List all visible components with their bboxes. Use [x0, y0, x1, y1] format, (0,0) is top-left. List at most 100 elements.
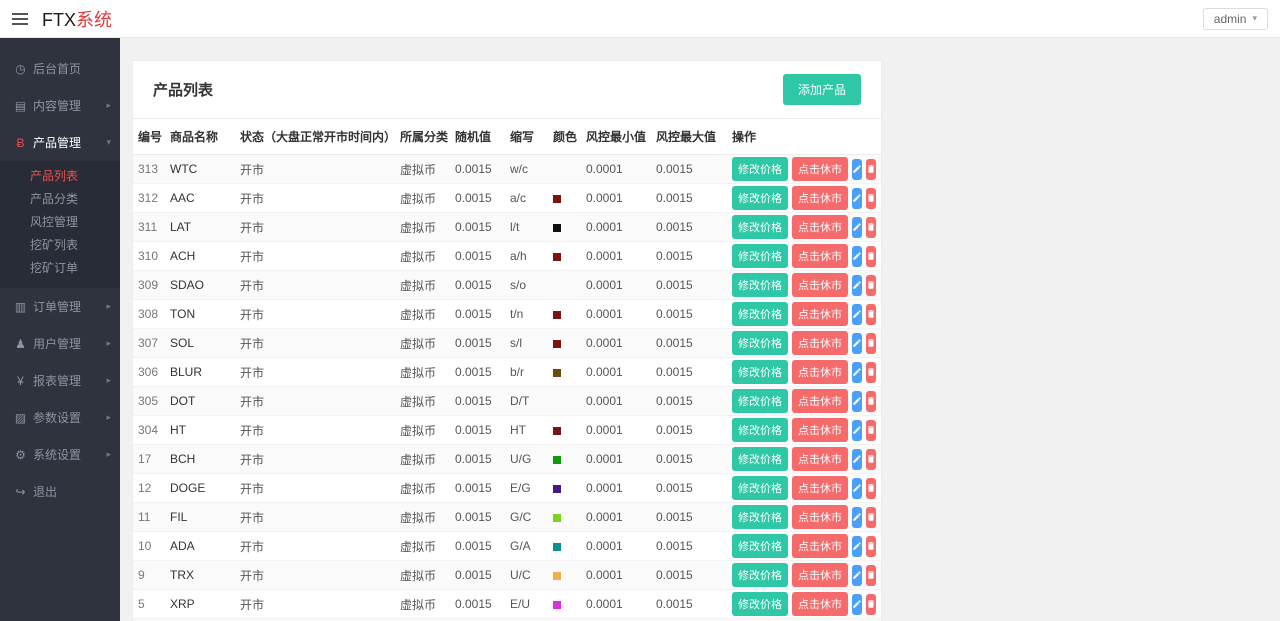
edit-button[interactable]: [852, 507, 862, 528]
edit-button[interactable]: [852, 304, 862, 325]
modify-price-button[interactable]: 修改价格: [732, 157, 788, 181]
chevron-right-icon: ▸: [106, 412, 111, 423]
edit-button[interactable]: [852, 565, 862, 586]
delete-button[interactable]: [866, 565, 876, 586]
edit-button[interactable]: [852, 391, 862, 412]
close-market-button[interactable]: 点击休市: [792, 476, 848, 500]
modify-price-button[interactable]: 修改价格: [732, 360, 788, 384]
close-market-button[interactable]: 点击休市: [792, 302, 848, 326]
close-market-button[interactable]: 点击休市: [792, 447, 848, 471]
edit-button[interactable]: [852, 159, 862, 180]
close-market-button[interactable]: 点击休市: [792, 331, 848, 355]
modify-price-button[interactable]: 修改价格: [732, 447, 788, 471]
modify-price-button[interactable]: 修改价格: [732, 505, 788, 529]
modify-price-button[interactable]: 修改价格: [732, 476, 788, 500]
modify-price-button[interactable]: 修改价格: [732, 215, 788, 239]
delete-button[interactable]: [866, 246, 876, 267]
sidebar-item-dashboard[interactable]: ◷ 后台首页: [0, 50, 120, 87]
edit-button[interactable]: [852, 594, 862, 615]
edit-button[interactable]: [852, 449, 862, 470]
delete-button[interactable]: [866, 275, 876, 296]
delete-button[interactable]: [866, 420, 876, 441]
trash-icon: [866, 454, 876, 464]
delete-button[interactable]: [866, 362, 876, 383]
trash-icon: [866, 367, 876, 377]
cell-actions: 修改价格 点击休市: [727, 561, 881, 590]
sidebar-item-product[interactable]: Ƀ 产品管理 ▾: [0, 124, 120, 161]
close-market-button[interactable]: 点击休市: [792, 505, 848, 529]
sidebar-item-params[interactable]: ▨ 参数设置 ▸: [0, 399, 120, 436]
sidebar-item-logout[interactable]: ↪ 退出: [0, 473, 120, 510]
sidebar-subitem-product-category[interactable]: 产品分类: [0, 188, 120, 211]
delete-button[interactable]: [866, 391, 876, 412]
cell-name: TON: [165, 300, 235, 329]
sidebar-item-reports[interactable]: ¥ 报表管理 ▸: [0, 362, 120, 399]
cell-actions: 修改价格 点击休市: [727, 155, 881, 184]
cell-color: [548, 242, 581, 271]
close-market-button[interactable]: 点击休市: [792, 273, 848, 297]
modify-price-button[interactable]: 修改价格: [732, 302, 788, 326]
modify-price-button[interactable]: 修改价格: [732, 563, 788, 587]
pencil-icon: [852, 599, 862, 609]
modify-price-button[interactable]: 修改价格: [732, 592, 788, 616]
admin-dropdown[interactable]: admin ▾: [1203, 8, 1268, 30]
delete-button[interactable]: [866, 507, 876, 528]
table-row: 17 BCH 开市 虚拟币 0.0015 U/G 0.0001 0.0015 修…: [133, 445, 881, 474]
close-market-button[interactable]: 点击休市: [792, 592, 848, 616]
modify-price-button[interactable]: 修改价格: [732, 389, 788, 413]
close-market-button[interactable]: 点击休市: [792, 244, 848, 268]
chevron-right-icon: ▸: [106, 301, 111, 312]
modify-price-button[interactable]: 修改价格: [732, 534, 788, 558]
cell-risk-max: 0.0015: [651, 387, 727, 416]
edit-button[interactable]: [852, 478, 862, 499]
delete-button[interactable]: [866, 536, 876, 557]
close-market-button[interactable]: 点击休市: [792, 360, 848, 384]
modify-price-button[interactable]: 修改价格: [732, 331, 788, 355]
product-list-card: 产品列表 添加产品 编号商品名称状态（大盘正常开市时间内）所属分类随机值缩写颜色…: [132, 60, 882, 621]
delete-button[interactable]: [866, 333, 876, 354]
sidebar-item-content[interactable]: ▤ 内容管理 ▸: [0, 87, 120, 124]
pencil-icon: [852, 251, 862, 261]
cell-risk-max: 0.0015: [651, 184, 727, 213]
edit-button[interactable]: [852, 217, 862, 238]
modify-price-button[interactable]: 修改价格: [732, 418, 788, 442]
sidebar-subitem-risk-management[interactable]: 风控管理: [0, 211, 120, 234]
close-market-button[interactable]: 点击休市: [792, 186, 848, 210]
cell-category: 虚拟币: [395, 300, 450, 329]
sidebar-subitem-mining-orders[interactable]: 挖矿订单: [0, 257, 120, 280]
close-market-button[interactable]: 点击休市: [792, 215, 848, 239]
edit-button[interactable]: [852, 536, 862, 557]
sidebar-item-users[interactable]: ♟ 用户管理 ▸: [0, 325, 120, 362]
delete-button[interactable]: [866, 304, 876, 325]
delete-button[interactable]: [866, 478, 876, 499]
delete-button[interactable]: [866, 594, 876, 615]
close-market-button[interactable]: 点击休市: [792, 534, 848, 558]
close-market-button[interactable]: 点击休市: [792, 389, 848, 413]
edit-button[interactable]: [852, 333, 862, 354]
menu-icon[interactable]: [12, 13, 28, 25]
delete-button[interactable]: [866, 449, 876, 470]
column-header-5: 缩写: [505, 119, 548, 155]
gear-icon: ⚙: [12, 448, 29, 462]
add-product-button[interactable]: 添加产品: [783, 74, 861, 105]
delete-button[interactable]: [866, 188, 876, 209]
table-head: 编号商品名称状态（大盘正常开市时间内）所属分类随机值缩写颜色风控最小值风控最大值…: [133, 119, 881, 155]
sidebar-item-orders[interactable]: ▥ 订单管理 ▸: [0, 288, 120, 325]
modify-price-button[interactable]: 修改价格: [732, 244, 788, 268]
modify-price-button[interactable]: 修改价格: [732, 186, 788, 210]
close-market-button[interactable]: 点击休市: [792, 563, 848, 587]
close-market-button[interactable]: 点击休市: [792, 157, 848, 181]
edit-button[interactable]: [852, 246, 862, 267]
close-market-button[interactable]: 点击休市: [792, 418, 848, 442]
delete-button[interactable]: [866, 217, 876, 238]
sidebar-subitem-mining-list[interactable]: 挖矿列表: [0, 234, 120, 257]
sidebar-item-system[interactable]: ⚙ 系统设置 ▸: [0, 436, 120, 473]
edit-button[interactable]: [852, 188, 862, 209]
cell-id: 313: [133, 155, 165, 184]
edit-button[interactable]: [852, 420, 862, 441]
sidebar-subitem-product-list[interactable]: 产品列表: [0, 165, 120, 188]
modify-price-button[interactable]: 修改价格: [732, 273, 788, 297]
delete-button[interactable]: [866, 159, 876, 180]
edit-button[interactable]: [852, 362, 862, 383]
edit-button[interactable]: [852, 275, 862, 296]
